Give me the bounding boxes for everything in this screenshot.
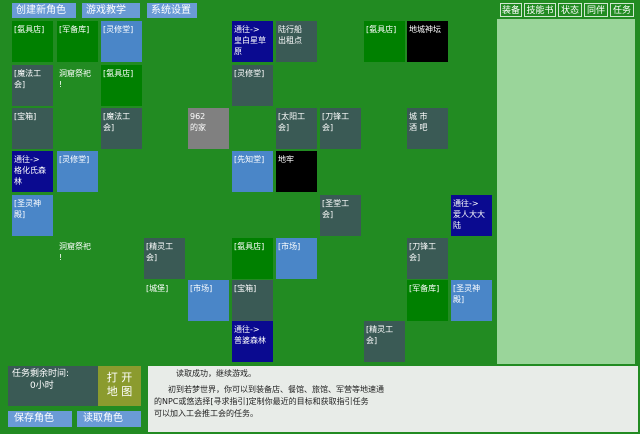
map-cell[interactable]: [灵修堂] xyxy=(232,65,273,106)
map-cell[interactable]: 洞窟祭祀 ! xyxy=(57,65,98,106)
map-cell[interactable]: [军备库] xyxy=(57,21,98,62)
map-cell[interactable]: [宝箱] xyxy=(232,280,273,321)
map-cell[interactable]: 城 市 酒 吧 xyxy=(407,108,448,149)
side-panel xyxy=(497,19,635,364)
map-cell[interactable]: [刀锋工会] xyxy=(407,238,448,279)
log-line: 初到若梦世界，你可以到装备店、餐馆、旅馆、军营等地速通 xyxy=(168,385,384,394)
log-line: 读取成功，继续游戏。 xyxy=(176,369,256,378)
map-cell[interactable]: [精灵工会] xyxy=(144,238,185,279)
map-cell[interactable]: [刀锋工会] xyxy=(320,108,361,149)
map-cell[interactable]: 通往-> 爱人大大陆 xyxy=(451,195,492,236)
map-cell[interactable]: [军备库] xyxy=(407,280,448,321)
map-cell[interactable]: [圣灵神殿] xyxy=(12,195,53,236)
message-log: 读取成功，继续游戏。 初到若梦世界，你可以到装备店、餐馆、旅馆、军营等地速通 的… xyxy=(148,366,638,432)
tutorial-button[interactable]: 游戏教学 xyxy=(82,3,140,18)
map-cell[interactable]: [太阳工会] xyxy=(276,108,317,149)
tab-quests[interactable]: 任务 xyxy=(610,3,634,17)
settings-button[interactable]: 系统设置 xyxy=(147,3,197,18)
tab-companions[interactable]: 同伴 xyxy=(584,3,608,17)
create-role-button[interactable]: 创建新角色 xyxy=(12,3,76,18)
map-cell[interactable]: [魔法工会] xyxy=(12,65,53,106)
map-cell[interactable]: 地牢 xyxy=(276,151,317,192)
map-cell[interactable]: 地城神坛 xyxy=(407,21,448,62)
map-cell[interactable]: [氨具店] xyxy=(12,21,53,62)
map-cell[interactable]: 通往-> 皇白星草原 xyxy=(232,21,273,62)
save-role-button[interactable]: 保存角色 xyxy=(8,411,72,427)
map-cell[interactable]: 陆行船 出租点 xyxy=(276,21,317,62)
log-line: 的NPC或悠选择[寻求指引]定制你最近的目标和获取指引任务 xyxy=(154,397,369,406)
tab-status[interactable]: 状态 xyxy=(558,3,582,17)
map-cell[interactable]: [灵修堂] xyxy=(101,21,142,62)
map-cell[interactable]: [宝箱] xyxy=(12,108,53,149)
quest-timer-label: 任务剩余时间: xyxy=(12,369,70,379)
load-role-button[interactable]: 读取角色 xyxy=(77,411,141,427)
quest-timer: 任务剩余时间: 0小时 xyxy=(8,366,98,406)
log-line: 可以加入工会推工会的任务。 xyxy=(154,409,258,418)
quest-timer-value: 0小时 xyxy=(30,381,54,391)
map-cell[interactable]: [圣堂工会] xyxy=(320,195,361,236)
map-cell[interactable]: 洞窟祭祀 ! xyxy=(57,238,98,279)
map-cell[interactable]: [城堡] xyxy=(144,280,185,321)
map-cell[interactable]: 通往-> 普婆森林 xyxy=(232,321,273,362)
map-cell[interactable]: [圣灵神殿] xyxy=(451,280,492,321)
map-cell[interactable]: [氨具店] xyxy=(364,21,405,62)
map-cell[interactable]: [先知堂] xyxy=(232,151,273,192)
map-cell[interactable]: [市场] xyxy=(276,238,317,279)
map-cell[interactable]: 通往-> 格化氏森林 xyxy=(12,151,53,192)
map-cell[interactable]: [氨具店] xyxy=(101,65,142,106)
open-map-button[interactable]: 打 开 地 图 xyxy=(98,366,141,406)
map-cell[interactable]: [氨具店] xyxy=(232,238,273,279)
map-cell[interactable]: 962 的家 xyxy=(188,108,229,149)
map-cell[interactable]: [精灵工会] xyxy=(364,321,405,362)
map-cell[interactable]: [灵修堂] xyxy=(57,151,98,192)
map-cell[interactable]: [市场] xyxy=(188,280,229,321)
tab-equipment[interactable]: 装备 xyxy=(500,3,522,17)
map-cell[interactable]: [魔法工会] xyxy=(101,108,142,149)
tab-skill-book[interactable]: 技能书 xyxy=(524,3,556,17)
